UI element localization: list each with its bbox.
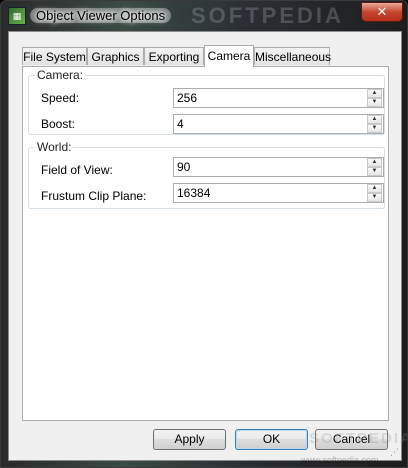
tab-file-system[interactable]: File System xyxy=(22,47,87,65)
frustum-clip-plane-label: Frustum Clip Plane: xyxy=(41,189,147,203)
boost-down-arrow-icon[interactable]: ▼ xyxy=(367,124,382,133)
field-of-view-spinbox[interactable]: ▲ ▼ xyxy=(173,157,384,177)
frustum-clip-plane-spinbox[interactable]: ▲ ▼ xyxy=(173,183,384,203)
button-watermark: SOFTPEDIA xyxy=(309,430,408,447)
app-icon[interactable]: ▦ xyxy=(8,7,26,25)
boost-spinbox[interactable]: ▲ ▼ xyxy=(173,114,384,134)
fov-down-arrow-icon[interactable]: ▼ xyxy=(367,167,382,176)
speed-down-arrow-icon[interactable]: ▼ xyxy=(367,98,382,107)
camera-tab-panel: Camera: Speed: ▲ ▼ Boost: ▲ ▼ xyxy=(22,66,389,421)
ok-button[interactable]: OK xyxy=(235,429,308,450)
boost-up-arrow-icon[interactable]: ▲ xyxy=(367,115,382,124)
frustum-up-arrow-icon[interactable]: ▲ xyxy=(367,184,382,193)
resize-grip-icon[interactable]: ⋰ xyxy=(390,447,399,458)
fov-up-arrow-icon[interactable]: ▲ xyxy=(367,158,382,167)
field-of-view-input[interactable] xyxy=(174,158,367,176)
speed-up-arrow-icon[interactable]: ▲ xyxy=(367,89,382,98)
dialog-body: File System Graphics Exporting Camera Mi… xyxy=(8,31,407,465)
tab-camera[interactable]: Camera xyxy=(204,45,254,67)
speed-input[interactable] xyxy=(174,89,367,107)
apply-button[interactable]: Apply xyxy=(153,429,226,450)
frustum-down-arrow-icon[interactable]: ▼ xyxy=(367,193,382,202)
boost-input[interactable] xyxy=(174,115,367,133)
speed-label: Speed: xyxy=(41,91,80,105)
tab-miscellaneous[interactable]: Miscellaneous xyxy=(254,47,331,65)
world-group: World: Field of View: ▲ ▼ Frustum Clip P… xyxy=(28,140,385,209)
speed-spin-buttons: ▲ ▼ xyxy=(367,89,383,107)
footer-watermark: www.softpedia.com xyxy=(301,455,379,465)
camera-group: Camera: Speed: ▲ ▼ Boost: ▲ ▼ xyxy=(28,68,385,135)
frustum-spin-buttons: ▲ ▼ xyxy=(367,184,383,202)
boost-label: Boost: xyxy=(41,117,76,131)
tab-graphics[interactable]: Graphics xyxy=(87,47,144,65)
boost-spin-buttons: ▲ ▼ xyxy=(367,115,383,133)
softpedia-watermark: SOFTPEDIA xyxy=(191,3,344,28)
tab-exporting[interactable]: Exporting xyxy=(144,47,204,65)
speed-spinbox[interactable]: ▲ ▼ xyxy=(173,88,384,108)
title-bar[interactable]: ▦ Object Viewer Options SOFTPEDIA ✕ xyxy=(1,1,407,31)
window-title: Object Viewer Options xyxy=(30,8,172,23)
camera-group-label: Camera: xyxy=(35,68,86,82)
field-of-view-label: Field of View: xyxy=(41,163,113,177)
world-group-label: World: xyxy=(35,140,74,154)
options-window: ▦ Object Viewer Options SOFTPEDIA ✕ File… xyxy=(0,0,408,468)
frustum-clip-plane-input[interactable] xyxy=(174,184,367,202)
close-button[interactable]: ✕ xyxy=(361,2,403,22)
fov-spin-buttons: ▲ ▼ xyxy=(367,158,383,176)
